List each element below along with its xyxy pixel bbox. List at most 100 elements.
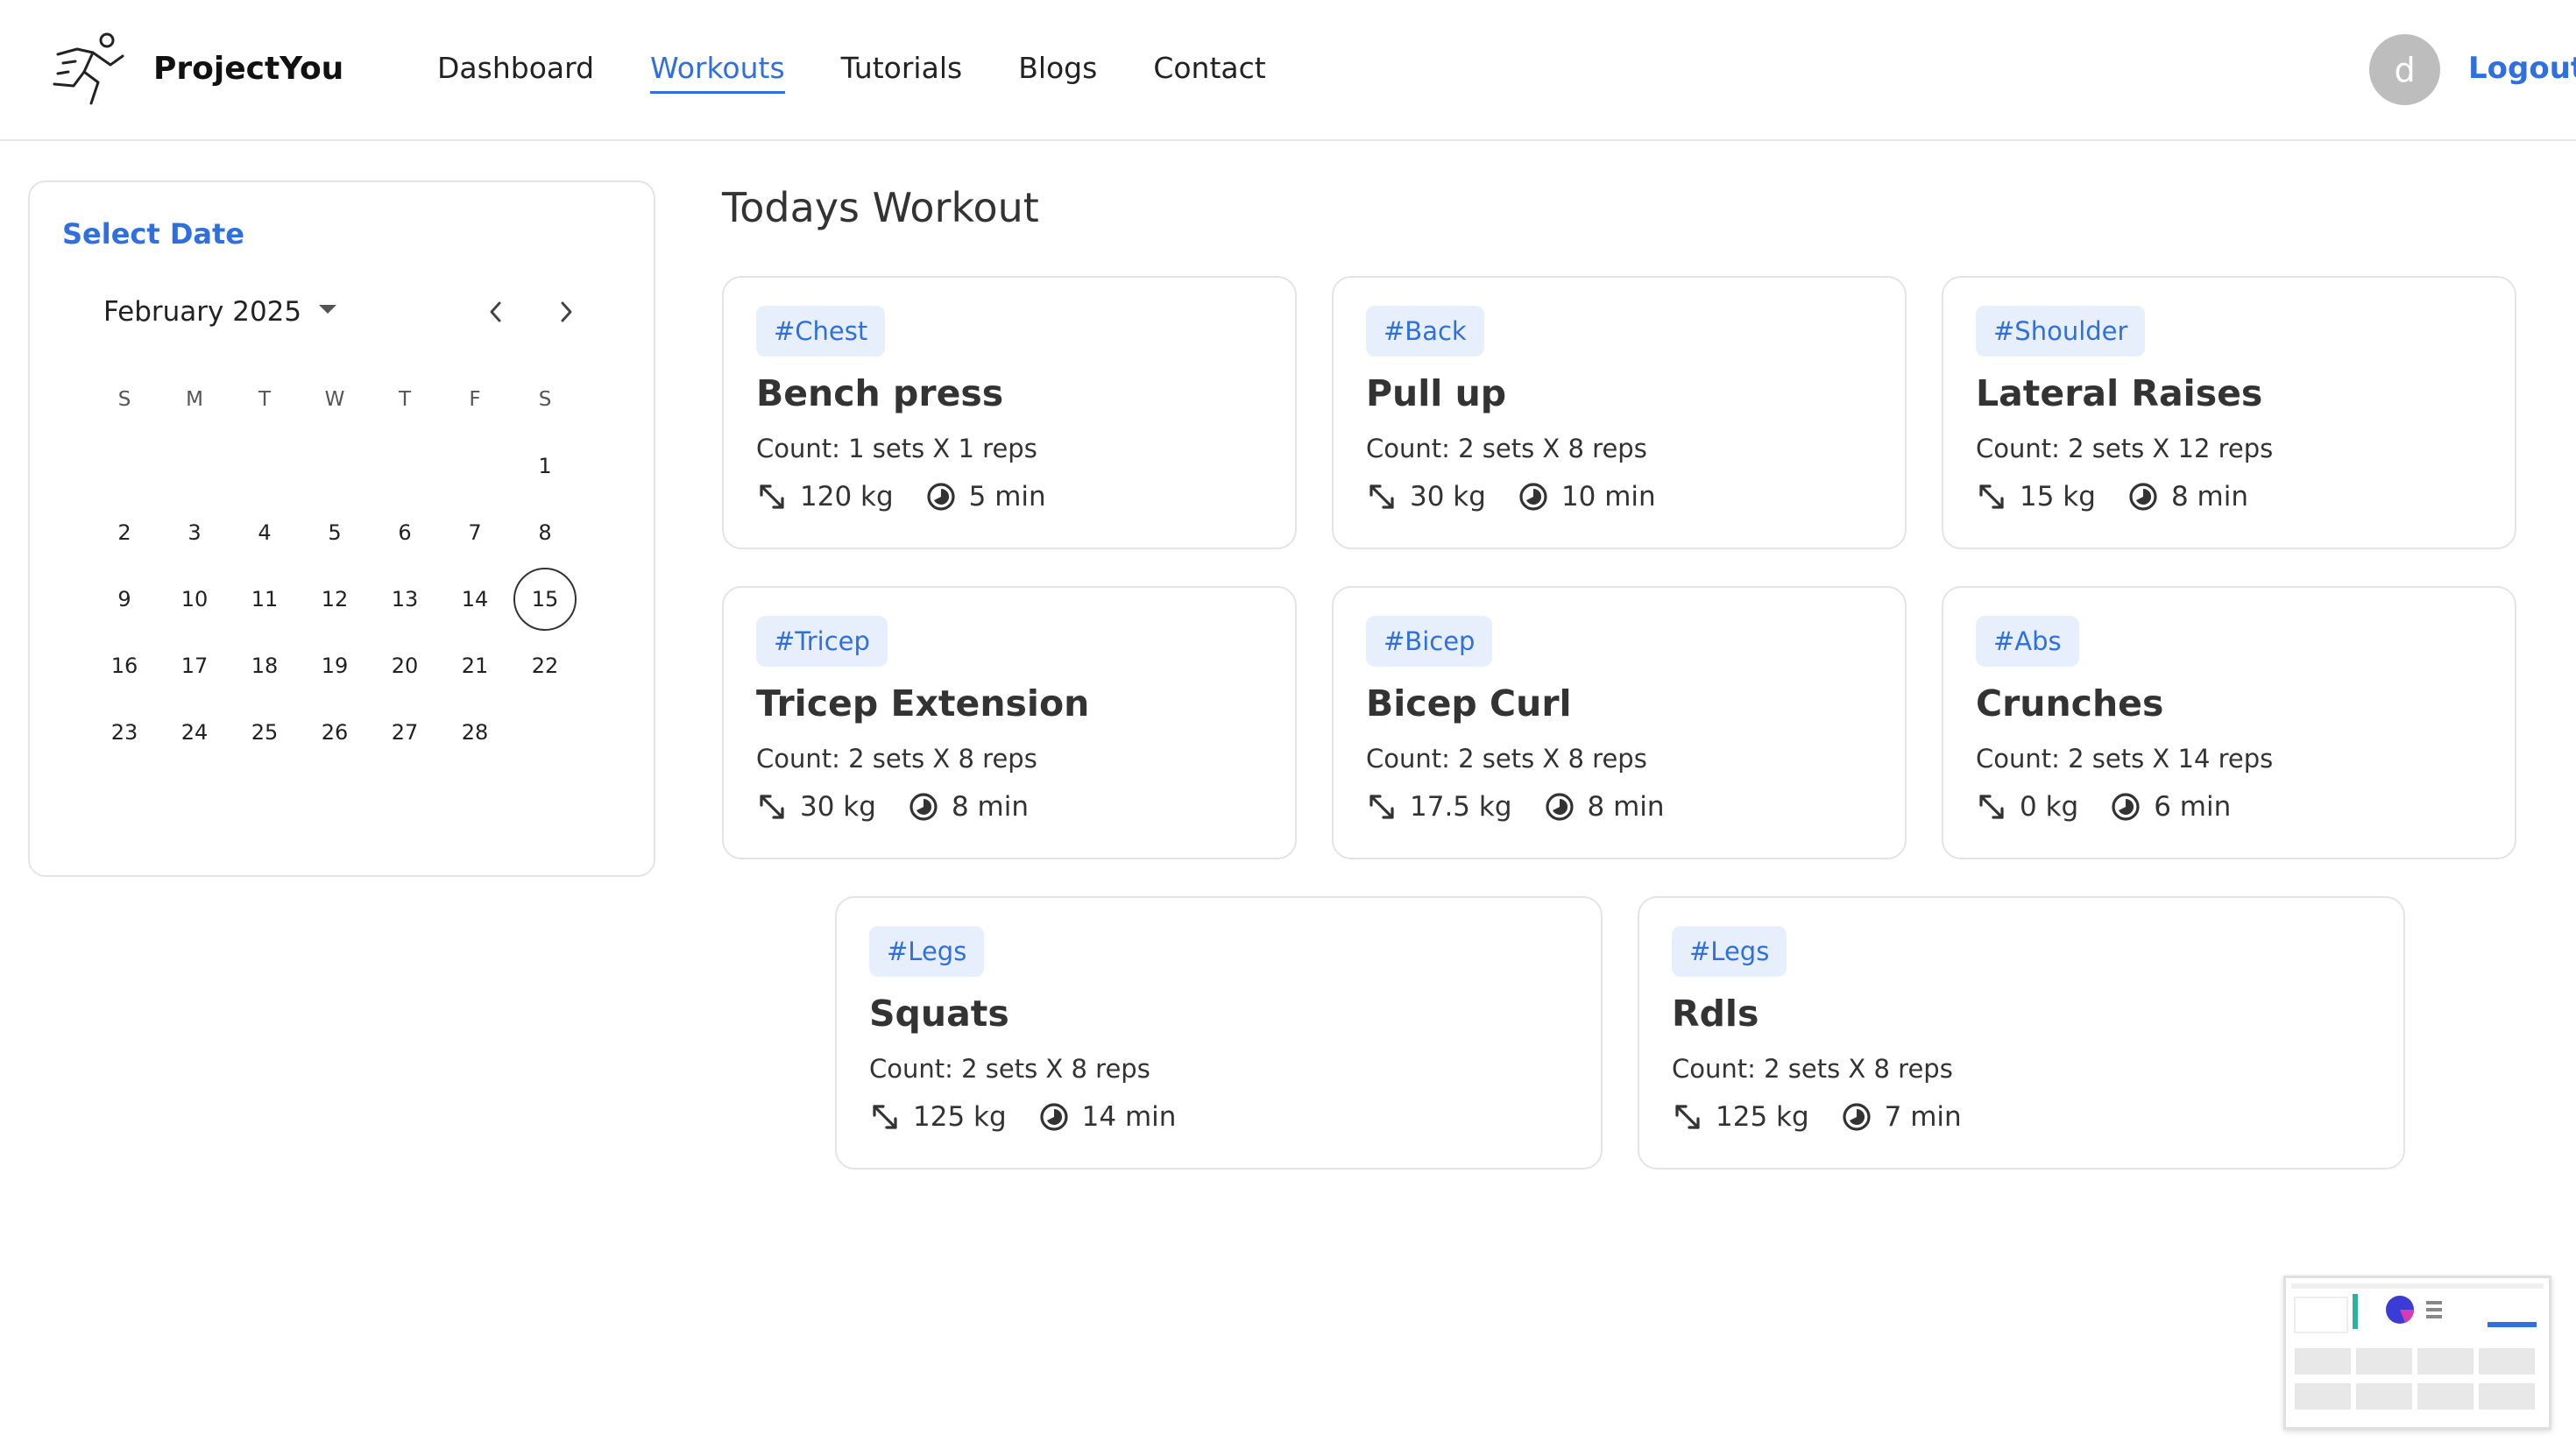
- workout-card[interactable]: #Legs Squats Count: 2 sets X 8 reps 125 kg 1…: [835, 896, 1603, 1170]
- calendar-day[interactable]: 19: [300, 633, 370, 699]
- weight-arrows-icon: [1979, 484, 2004, 509]
- calendar-day[interactable]: 22: [510, 633, 580, 699]
- top-header: ProjectYou Dashboard Workouts Tutorials …: [0, 0, 2576, 141]
- calendar-day[interactable]: 12: [300, 566, 370, 633]
- duration-value: 10 min: [1560, 481, 1656, 512]
- exercise-name: Crunches: [1976, 682, 2164, 724]
- brand-name[interactable]: ProjectYou: [153, 51, 343, 87]
- weekday-header: M: [186, 388, 203, 411]
- calendar-day[interactable]: 20: [370, 633, 440, 699]
- calendar-day[interactable]: 5: [300, 499, 370, 566]
- weekday-header: S: [538, 388, 552, 411]
- workout-card[interactable]: #Shoulder Lateral Raises Count: 2 sets X 1…: [1942, 276, 2516, 549]
- timer-icon: [1040, 1103, 1068, 1131]
- nav-tutorials[interactable]: Tutorials: [841, 51, 963, 92]
- calendar-day[interactable]: 11: [230, 566, 300, 633]
- muscle-group-tag[interactable]: #Shoulder: [1976, 306, 2146, 357]
- user-avatar[interactable]: d: [2369, 34, 2440, 105]
- calendar-day[interactable]: 14: [440, 566, 510, 633]
- exercise-stats: 30 kg 8 min: [756, 791, 1060, 823]
- calendar-day[interactable]: 10: [159, 566, 230, 633]
- timer-icon: [2129, 483, 2157, 511]
- calendar-day[interactable]: 1: [510, 433, 580, 499]
- muscle-group-tag[interactable]: #Legs: [869, 926, 985, 977]
- calendar-day[interactable]: 3: [159, 499, 230, 566]
- timer-icon: [2112, 793, 2140, 821]
- duration-value: 8 min: [1587, 791, 1665, 823]
- weight-value: 0 kg: [2020, 791, 2079, 823]
- calendar-empty-cell: [159, 433, 230, 499]
- workout-card[interactable]: #Tricep Tricep Extension Count: 2 sets X 8…: [722, 586, 1297, 859]
- sets-reps-count: Count: 2 sets X 8 reps: [1672, 1054, 1953, 1084]
- duration-stat: 14 min: [1038, 1101, 1176, 1133]
- muscle-group-tag[interactable]: #Abs: [1976, 616, 2079, 667]
- calendar-day-selected[interactable]: 15: [510, 566, 580, 633]
- nav-blogs[interactable]: Blogs: [1018, 51, 1097, 92]
- todays-workout-title: Todays Workout: [722, 184, 1039, 231]
- weekday-header: W: [324, 388, 345, 411]
- calendar-day[interactable]: 28: [440, 699, 510, 766]
- timer-icon: [909, 793, 938, 821]
- calendar-day[interactable]: 9: [89, 566, 159, 633]
- calendar-month-label[interactable]: February 2025: [103, 296, 301, 328]
- calendar-empty-cell: [370, 433, 440, 499]
- muscle-group-tag[interactable]: #Back: [1366, 306, 1484, 357]
- calendar-day[interactable]: 16: [89, 633, 159, 699]
- exercise-name: Bicep Curl: [1366, 682, 1572, 724]
- calendar-day[interactable]: 21: [440, 633, 510, 699]
- calendar-day[interactable]: 7: [440, 499, 510, 566]
- workout-card[interactable]: #Bicep Bicep Curl Count: 2 sets X 8 reps 17…: [1332, 586, 1907, 859]
- muscle-group-tag[interactable]: #Bicep: [1366, 616, 1493, 667]
- weight-value: 120 kg: [800, 481, 894, 512]
- previous-month-button[interactable]: [477, 293, 515, 331]
- calendar-day[interactable]: 2: [89, 499, 159, 566]
- month-dropdown-caret-icon[interactable]: [319, 305, 336, 314]
- running-man-logo-icon[interactable]: [49, 30, 130, 109]
- next-month-button[interactable]: [547, 293, 585, 331]
- calendar-day[interactable]: 17: [159, 633, 230, 699]
- date-picker-card: Select Date February 2025 SMTWTFS1234567…: [28, 180, 655, 877]
- sets-reps-count: Count: 2 sets X 8 reps: [756, 744, 1037, 774]
- weight-stat: 15 kg: [1976, 481, 2096, 512]
- weight-arrows-icon: [760, 484, 784, 509]
- main-nav: Dashboard Workouts Tutorials Blogs Conta…: [437, 51, 1322, 94]
- weight-value: 125 kg: [1716, 1101, 1809, 1133]
- duration-stat: 6 min: [2110, 791, 2231, 823]
- nav-workouts[interactable]: Workouts: [650, 51, 785, 94]
- workout-card[interactable]: #Abs Crunches Count: 2 sets X 14 reps 0 kg 6…: [1942, 586, 2516, 859]
- muscle-group-tag[interactable]: #Tricep: [756, 616, 888, 667]
- workout-card[interactable]: #Legs Rdls Count: 2 sets X 8 reps 125 kg 7 m…: [1638, 896, 2405, 1170]
- calendar-day[interactable]: 18: [230, 633, 300, 699]
- weekday-header: T: [398, 388, 412, 411]
- calendar-empty-cell: [230, 433, 300, 499]
- exercise-name: Squats: [869, 993, 1009, 1035]
- exercise-stats: 0 kg 6 min: [1976, 791, 2262, 823]
- nav-dashboard[interactable]: Dashboard: [437, 51, 594, 92]
- workout-card[interactable]: #Back Pull up Count: 2 sets X 8 reps 30 kg 1…: [1332, 276, 1907, 549]
- calendar-day[interactable]: 24: [159, 699, 230, 766]
- calendar-day[interactable]: 4: [230, 499, 300, 566]
- calendar-day[interactable]: 27: [370, 699, 440, 766]
- weekday-header: T: [258, 388, 272, 411]
- exercise-name: Pull up: [1366, 372, 1507, 414]
- calendar-day[interactable]: 13: [370, 566, 440, 633]
- calendar-day[interactable]: 26: [300, 699, 370, 766]
- exercise-stats: 120 kg 5 min: [756, 481, 1078, 512]
- exercise-name: Tricep Extension: [756, 682, 1090, 724]
- duration-stat: 10 min: [1518, 481, 1656, 512]
- calendar-day[interactable]: 6: [370, 499, 440, 566]
- workout-card[interactable]: #Chest Bench press Count: 1 sets X 1 reps 1…: [722, 276, 1297, 549]
- page-preview-thumbnail[interactable]: [2283, 1276, 2551, 1430]
- logout-button[interactable]: Logout: [2468, 51, 2576, 86]
- nav-contact[interactable]: Contact: [1153, 51, 1265, 92]
- weight-value: 17.5 kg: [1410, 791, 1512, 823]
- muscle-group-tag[interactable]: #Legs: [1672, 926, 1787, 977]
- weight-arrows-icon: [1369, 484, 1394, 509]
- weekday-header: S: [117, 388, 131, 411]
- muscle-group-tag[interactable]: #Chest: [756, 306, 886, 357]
- calendar-day[interactable]: 8: [510, 499, 580, 566]
- chevron-left-icon: [490, 301, 501, 322]
- exercise-name: Lateral Raises: [1976, 372, 2263, 414]
- calendar-day[interactable]: 23: [89, 699, 159, 766]
- calendar-day[interactable]: 25: [230, 699, 300, 766]
